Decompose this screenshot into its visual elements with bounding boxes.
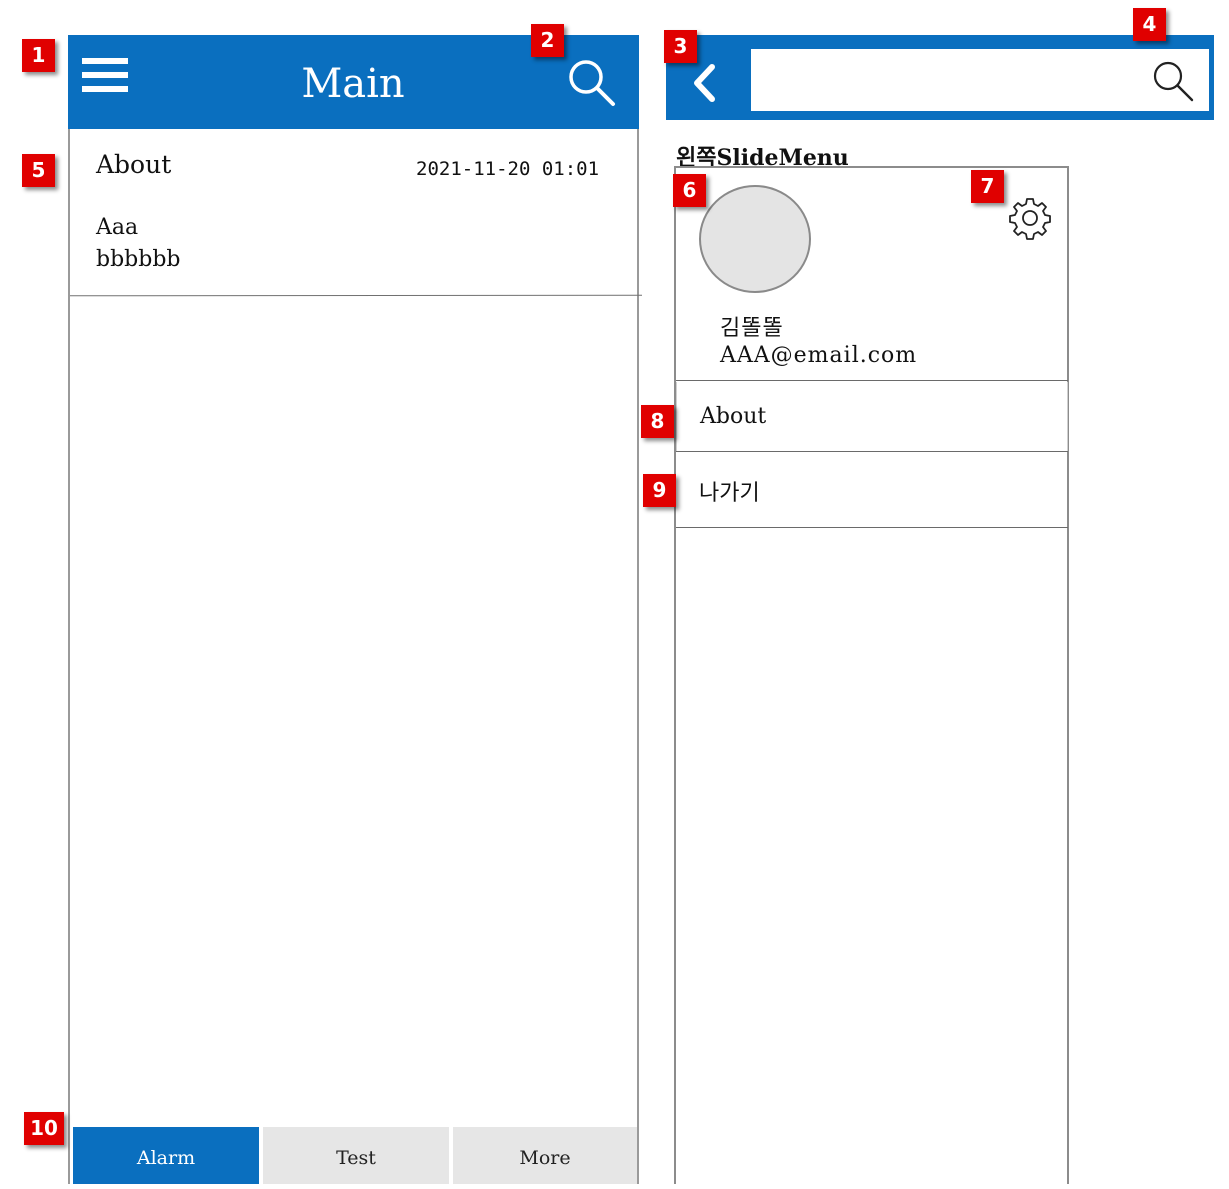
page-title: Main [301, 61, 405, 107]
annotation-badge: 3 [664, 30, 697, 63]
annotation-badge: 2 [531, 24, 564, 57]
bottom-tab-bar: Alarm Test More [73, 1127, 637, 1184]
search-icon[interactable] [565, 56, 617, 108]
back-chevron-icon[interactable] [688, 62, 720, 104]
list-item-title[interactable]: About [96, 150, 171, 179]
list-item-body-line: Aaa [96, 215, 139, 240]
search-icon[interactable] [1150, 58, 1196, 104]
annotation-badge: 1 [22, 39, 55, 72]
annotation-badge: 10 [24, 1112, 64, 1145]
annotation-badge: 8 [641, 405, 674, 438]
menu-divider [676, 451, 1068, 452]
tab-alarm[interactable]: Alarm [73, 1127, 259, 1184]
annotation-badge: 7 [971, 170, 1004, 203]
menu-divider [676, 527, 1068, 528]
avatar[interactable] [699, 185, 811, 293]
list-item-date: 2021-11-20 01:01 [416, 158, 600, 180]
profile-email: AAA@email.com [720, 343, 918, 368]
annotation-badge: 5 [22, 154, 55, 187]
menu-divider [676, 380, 1068, 381]
profile-name: 김똘똘 [720, 316, 784, 341]
tab-test[interactable]: Test [263, 1127, 449, 1184]
annotation-badge: 6 [673, 174, 706, 207]
list-item-body-line: bbbbbb [96, 247, 181, 272]
menu-item-about[interactable]: About [676, 382, 1068, 452]
menu-item-exit[interactable]: 나가기 [676, 459, 1068, 529]
search-input[interactable] [749, 47, 1211, 113]
main-screen-frame [68, 35, 639, 1184]
tab-more[interactable]: More [453, 1127, 637, 1184]
gear-icon[interactable] [1006, 194, 1054, 242]
hamburger-menu-icon[interactable] [82, 58, 128, 94]
annotation-badge: 4 [1133, 8, 1166, 41]
annotation-badge: 9 [643, 474, 676, 507]
